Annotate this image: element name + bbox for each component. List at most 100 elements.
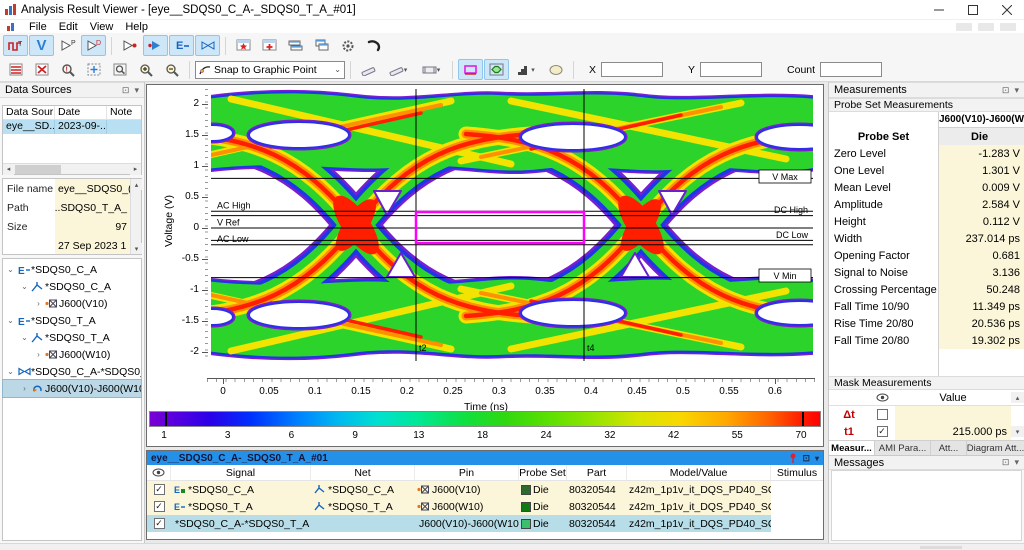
settings-button[interactable] bbox=[335, 35, 360, 56]
tree-item-pin[interactable]: › J600(W10) bbox=[3, 346, 141, 363]
column-date[interactable]: Date bbox=[55, 106, 107, 119]
waveform-view-button[interactable]: T bbox=[3, 35, 28, 56]
ellipse-tool-button[interactable] bbox=[543, 59, 568, 80]
expander-down-icon[interactable]: ⌄ bbox=[5, 316, 16, 325]
eye-measure-button[interactable]: E bbox=[169, 35, 194, 56]
tree-item-diff-signal[interactable]: ⌄ *SDQS0_C_A-*SDQS0_T_A bbox=[3, 363, 141, 380]
histogram-menu-button[interactable]: ▾ bbox=[510, 59, 542, 80]
clear-plot-button[interactable] bbox=[29, 59, 54, 80]
tree-item-net[interactable]: ⌄ *SDQS0_T_A bbox=[3, 329, 141, 346]
column-part[interactable]: Part bbox=[567, 465, 627, 480]
probe-point-button[interactable] bbox=[117, 35, 142, 56]
window-menu-icon[interactable]: ▾ bbox=[815, 454, 819, 463]
scroll-down-icon[interactable]: ▾ bbox=[1011, 426, 1024, 437]
y-coord-input[interactable] bbox=[700, 62, 762, 77]
mask-eye-tool-button[interactable] bbox=[484, 59, 509, 80]
tab-diagram-attributes[interactable]: Diagram Att... bbox=[967, 441, 1024, 455]
panel-menu-icon[interactable]: ▾ bbox=[1014, 457, 1019, 468]
column-data-source[interactable]: Data Sour bbox=[3, 106, 55, 119]
expander-right-icon[interactable]: › bbox=[33, 350, 44, 359]
column-pin[interactable]: Pin bbox=[415, 465, 519, 480]
zoom-out-button[interactable] bbox=[159, 59, 184, 80]
grid-setup-button[interactable] bbox=[3, 59, 28, 80]
tab-attributes[interactable]: Att... bbox=[931, 441, 967, 455]
tree-item-net[interactable]: ⌄ *SDQS0_C_A bbox=[3, 278, 141, 295]
expander-right-icon[interactable]: › bbox=[33, 299, 44, 308]
add-window-button[interactable] bbox=[257, 35, 282, 56]
scrollbar-thumb[interactable] bbox=[15, 165, 61, 174]
tree-item-pin[interactable]: › J600(V10) bbox=[3, 295, 141, 312]
minimize-button[interactable] bbox=[922, 0, 956, 20]
mask-checkbox-unchecked[interactable] bbox=[877, 409, 888, 420]
horizontal-scrollbar[interactable]: ◂ ▸ bbox=[3, 163, 141, 174]
signal-table-titlebar[interactable]: eye__SDQS0_C_A-_SDQS0_T_A_#01 ⊡ ▾ bbox=[147, 451, 823, 465]
bookmark-window-button[interactable] bbox=[231, 35, 256, 56]
count-input[interactable] bbox=[820, 62, 882, 77]
column-note[interactable]: Note bbox=[107, 106, 141, 119]
close-button[interactable] bbox=[990, 0, 1024, 20]
panel-menu-icon[interactable]: ▾ bbox=[134, 85, 139, 96]
float-panel-icon[interactable]: ⊡ bbox=[1002, 457, 1010, 468]
mask-checkbox-checked[interactable]: ✓ bbox=[877, 426, 888, 437]
fit-view-button[interactable] bbox=[81, 59, 106, 80]
child-minimize-button[interactable] bbox=[956, 23, 972, 31]
cascade-windows-button[interactable] bbox=[309, 35, 334, 56]
column-signal[interactable]: Signal bbox=[171, 465, 311, 480]
tree-item-signal[interactable]: ⌄ E *SDQS0_C_A bbox=[3, 261, 141, 278]
tab-measurements[interactable]: Measur... bbox=[829, 441, 875, 455]
pin-window-icon[interactable] bbox=[789, 453, 797, 463]
expander-down-icon[interactable]: ⌄ bbox=[19, 333, 30, 342]
support-button[interactable] bbox=[361, 35, 386, 56]
signal-row[interactable]: ✓ E*SDQS0_C_A *SDQS0_C_A J600(V10) Die 8… bbox=[147, 481, 823, 498]
eye-diff-button[interactable] bbox=[195, 35, 220, 56]
caliper-menu-button[interactable]: ▾ bbox=[415, 59, 447, 80]
column-model-value[interactable]: Model/Value bbox=[627, 465, 771, 480]
zoom-window-button[interactable] bbox=[107, 59, 132, 80]
eye-diagram-plot[interactable]: AC High V Ref AC Low V Max DC High DC Lo… bbox=[211, 89, 813, 361]
scroll-up-icon[interactable]: ▴ bbox=[1011, 392, 1024, 403]
row-checkbox-checked[interactable]: ✓ bbox=[154, 518, 165, 529]
tab-ami-parameters[interactable]: AMI Para... bbox=[875, 441, 931, 455]
scroll-up-icon[interactable]: ▴ bbox=[131, 179, 142, 190]
measure-ruler-menu-button[interactable]: ▾ bbox=[382, 59, 414, 80]
float-panel-icon[interactable]: ⊡ bbox=[122, 85, 130, 96]
signal-row[interactable]: ✓ E*SDQS0_T_A *SDQS0_T_A J600(W10) Die 8… bbox=[147, 498, 823, 515]
menu-edit[interactable]: Edit bbox=[59, 21, 78, 33]
probe-arrow-button[interactable] bbox=[143, 35, 168, 56]
row-checkbox-checked[interactable]: ✓ bbox=[154, 484, 165, 495]
scroll-right-icon[interactable]: ▸ bbox=[130, 164, 141, 175]
tile-windows-button[interactable] bbox=[283, 35, 308, 56]
column-probe-set[interactable]: Probe Set bbox=[519, 465, 567, 480]
child-close-button[interactable] bbox=[1000, 23, 1016, 31]
probe-d-button[interactable]: D bbox=[81, 35, 106, 56]
float-panel-icon[interactable]: ⊡ bbox=[1002, 85, 1010, 96]
expander-down-icon[interactable]: ⌄ bbox=[5, 367, 16, 376]
expander-down-icon[interactable]: ⌄ bbox=[19, 282, 30, 291]
scroll-down-icon[interactable]: ▾ bbox=[131, 243, 142, 254]
panel-menu-icon[interactable]: ▾ bbox=[1014, 85, 1019, 96]
data-source-row[interactable]: eye__SD... 2023-09-... bbox=[3, 120, 141, 134]
zoom-in-button[interactable] bbox=[133, 59, 158, 80]
snap-mode-dropdown[interactable]: Snap to Graphic Point ⌄ bbox=[195, 61, 345, 79]
float-window-icon[interactable]: ⊡ bbox=[802, 453, 810, 464]
signal-row-selected[interactable]: ✓ *SDQS0_C_A-*SDQS0_T_A J600(V10)-J600(W… bbox=[147, 515, 823, 532]
measure-ruler-button[interactable] bbox=[356, 59, 381, 80]
tree-item-signal[interactable]: ⌄ E *SDQS0_T_A bbox=[3, 312, 141, 329]
menu-view[interactable]: View bbox=[90, 21, 114, 33]
probe-p-button[interactable]: P bbox=[55, 35, 80, 56]
menu-help[interactable]: Help bbox=[125, 21, 148, 33]
expander-right-icon[interactable]: › bbox=[19, 384, 30, 393]
menu-file[interactable]: File bbox=[29, 21, 47, 33]
child-restore-button[interactable] bbox=[978, 23, 994, 31]
mask-rect-tool-button[interactable] bbox=[458, 59, 483, 80]
scroll-left-icon[interactable]: ◂ bbox=[3, 164, 14, 175]
row-checkbox-checked[interactable]: ✓ bbox=[154, 501, 165, 512]
expander-down-icon[interactable]: ⌄ bbox=[5, 265, 16, 274]
tree-item-diff-pin[interactable]: › J600(V10)-J600(W10) bbox=[3, 380, 141, 397]
maximize-button[interactable] bbox=[956, 0, 990, 20]
zoom-query-button[interactable]: ! bbox=[55, 59, 80, 80]
x-coord-input[interactable] bbox=[601, 62, 663, 77]
column-stimulus[interactable]: Stimulus bbox=[771, 465, 823, 480]
voltage-view-button[interactable]: V bbox=[29, 35, 54, 56]
column-net[interactable]: Net bbox=[311, 465, 415, 480]
